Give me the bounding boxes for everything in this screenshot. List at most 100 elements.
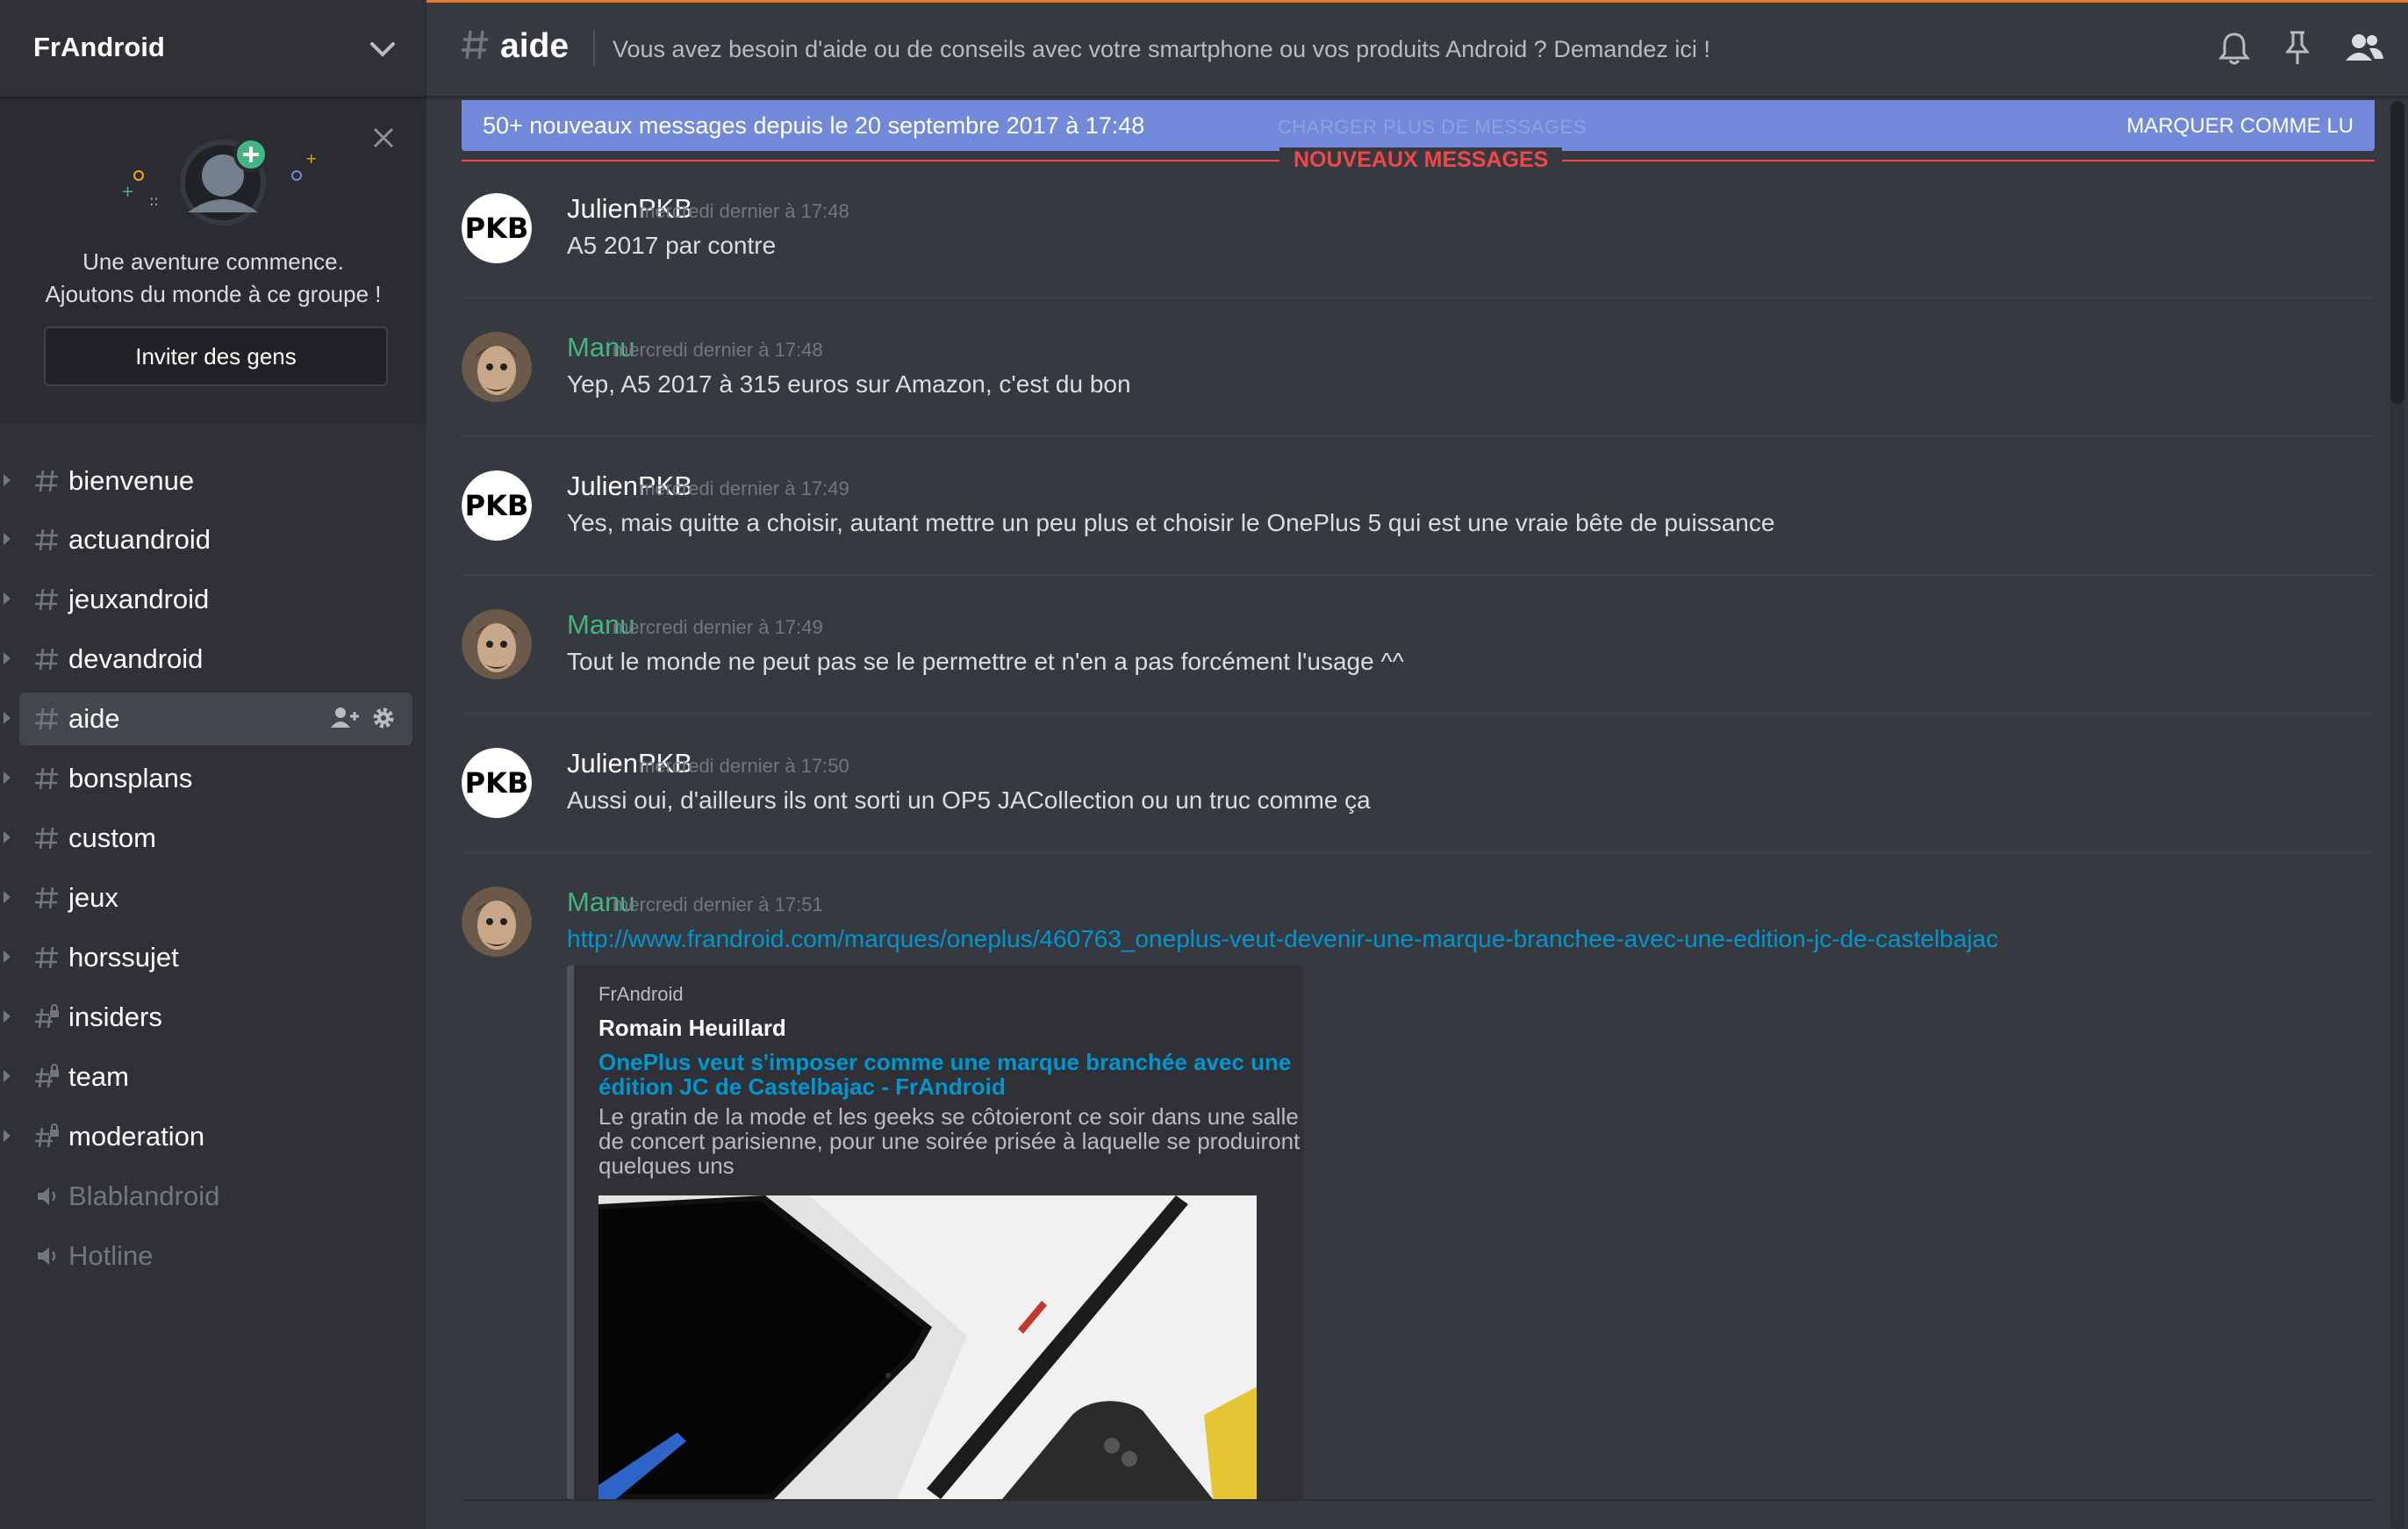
svg-text:PKB: PKB: [465, 489, 529, 522]
message-text: Yes, mais quitte a choisir, autant mettr…: [567, 509, 1775, 536]
channel-name: actuandroid: [68, 524, 211, 555]
pin-icon[interactable]: [2282, 29, 2313, 68]
scrollbar-thumb[interactable]: [2390, 101, 2404, 404]
collapse-caret-icon: [4, 891, 11, 903]
embed-image[interactable]: [598, 1195, 1257, 1499]
channel-item-hotline[interactable]: Hotline: [19, 1230, 412, 1282]
close-icon[interactable]: [369, 123, 398, 153]
speaker-icon: [38, 1188, 56, 1205]
avatar[interactable]: PKB: [462, 748, 532, 818]
chat-area: aide Vous avez besoin d'aide ou de conse…: [426, 0, 2408, 1529]
avatar[interactable]: [462, 609, 532, 679]
channel-item-blablandroid[interactable]: Blablandroid: [19, 1170, 412, 1223]
group-illustration-icon: + :: +: [121, 137, 317, 226]
channel-item-horssujet[interactable]: horssujet: [4, 931, 412, 984]
avatar[interactable]: PKB: [462, 470, 532, 541]
collapse-caret-icon: [4, 772, 11, 784]
embed-author[interactable]: Romain Heuillard: [598, 1015, 786, 1042]
channel-item-jeux[interactable]: jeux: [4, 872, 412, 924]
message-separator: [462, 574, 2375, 576]
collapse-caret-icon: [4, 831, 11, 843]
channel-header: aide Vous avez besoin d'aide ou de conse…: [426, 3, 2408, 97]
channel-name: devandroid: [68, 643, 204, 674]
channel-name: bonsplans: [68, 763, 193, 793]
collapse-caret-icon: [4, 1070, 11, 1082]
embed-description: Le gratin de la mode et les geeks se côt…: [598, 1103, 1301, 1179]
invite-people-button[interactable]: Inviter des gens: [44, 327, 388, 386]
collapse-caret-icon: [4, 592, 11, 605]
channel-item-custom[interactable]: custom: [4, 812, 412, 865]
locked-hash-icon: [35, 1064, 60, 1088]
mark-as-read-button[interactable]: MARQUER COMME LU: [2126, 114, 2354, 139]
hash-icon: [35, 767, 58, 790]
channel-name: aide: [68, 703, 120, 734]
channel-item-aide[interactable]: aide: [4, 693, 412, 745]
message: Manu mercredi dernier à 17:48 Yep, A5 2017…: [462, 332, 2375, 437]
message-separator: [462, 297, 2375, 298]
embed-title-link[interactable]: OnePlus veut s'imposer comme une marque …: [598, 1050, 1301, 1099]
hash-icon: [35, 528, 58, 551]
message-timestamp: mercredi dernier à 17:50: [639, 755, 849, 777]
hash-icon: [35, 588, 58, 611]
channel-name: moderation: [68, 1121, 205, 1152]
invite-line-2: Ajoutons du monde à ce groupe !: [45, 281, 382, 307]
hash-icon: [35, 827, 58, 850]
header-toolbar: [2217, 29, 2385, 68]
message: Manu mercredi dernier à 17:49 Tout le mond…: [462, 609, 2375, 714]
message-timestamp: mercredi dernier à 17:51: [613, 894, 823, 915]
channel-name: team: [68, 1061, 129, 1092]
channel-topic[interactable]: Vous avez besoin d'aide ou de conseils a…: [613, 36, 1710, 63]
svg-text:PKB: PKB: [465, 766, 529, 800]
invite-panel: + :: + Une aventure commence. Ajoutons d…: [0, 100, 426, 423]
message-text: Aussi oui, d'ailleurs ils ont sorti un O…: [567, 786, 1371, 814]
message-timestamp: mercredi dernier à 17:48: [613, 339, 823, 361]
gear-icon[interactable]: [370, 705, 397, 731]
members-icon[interactable]: [2343, 29, 2385, 68]
channel-item-actuandroid[interactable]: actuandroid: [4, 513, 412, 566]
avatar[interactable]: [462, 887, 532, 957]
channel-item-devandroid[interactable]: devandroid: [4, 633, 412, 686]
message-text: Yep, A5 2017 à 315 euros sur Amazon, c'e…: [567, 370, 1131, 398]
message-link[interactable]: http://www.frandroid.com/marques/oneplus…: [567, 925, 1998, 953]
message-timestamp: mercredi dernier à 17:48: [639, 200, 849, 222]
bell-icon[interactable]: [2217, 29, 2252, 68]
avatar[interactable]: PKB: [462, 193, 532, 263]
load-more-button[interactable]: CHARGER PLUS DE MESSAGES: [1278, 116, 1587, 139]
channel-actions: [330, 705, 397, 731]
channel-name: jeux: [68, 882, 118, 913]
collapse-caret-icon: [4, 1130, 11, 1142]
create-invite-icon[interactable]: [330, 705, 360, 731]
new-messages-banner[interactable]: 50+ nouveaux messages depuis le 20 septe…: [462, 100, 2375, 151]
channel-item-insiders[interactable]: insiders: [4, 991, 412, 1044]
hash-icon: [35, 946, 58, 969]
channel-name: bienvenue: [68, 465, 195, 496]
channel-item-team[interactable]: team: [4, 1051, 412, 1103]
message-text: Tout le monde ne peut pas se le permettr…: [567, 648, 1404, 675]
message: PKB JulienPKB mercredi dernier à 17:50 Auss…: [462, 748, 2375, 853]
channel-name: custom: [68, 822, 156, 853]
channel-item-moderation[interactable]: moderation: [4, 1110, 412, 1163]
collapse-caret-icon: [4, 474, 11, 486]
guild-header[interactable]: FrAndroid: [0, 0, 426, 98]
locked-hash-icon: [35, 1123, 60, 1148]
chevron-down-icon[interactable]: [367, 37, 398, 61]
channel-item-bienvenue[interactable]: bienvenue: [4, 455, 412, 507]
chat-bottom-edge: [462, 1499, 2375, 1501]
message: PKB JulienPKB mercredi dernier à 17:49 Yes,…: [462, 470, 2375, 576]
embed-provider[interactable]: FrAndroid: [598, 983, 684, 1006]
svg-text:::: ::: [149, 192, 159, 209]
message-text: A5 2017 par contre: [567, 232, 777, 259]
channel-item-jeuxandroid[interactable]: jeuxandroid: [4, 573, 412, 626]
channel-name: Blablandroid: [68, 1181, 220, 1211]
collapse-caret-icon: [4, 712, 11, 724]
invite-message: Une aventure commence. Ajoutons du monde…: [0, 246, 426, 311]
message: PKB JulienPKB mercredi dernier à 17:48 A5 2…: [462, 193, 2375, 298]
speaker-icon: [38, 1247, 56, 1265]
invite-line-1: Une aventure commence.: [82, 248, 344, 275]
channel-item-bonsplans[interactable]: bonsplans: [4, 752, 412, 805]
channel-title: aide: [500, 27, 570, 65]
collapse-caret-icon: [4, 652, 11, 664]
avatar[interactable]: [462, 332, 532, 402]
link-embed: FrAndroid Romain Heuillard OnePlus veut …: [567, 965, 1304, 1499]
collapse-caret-icon: [4, 533, 11, 545]
